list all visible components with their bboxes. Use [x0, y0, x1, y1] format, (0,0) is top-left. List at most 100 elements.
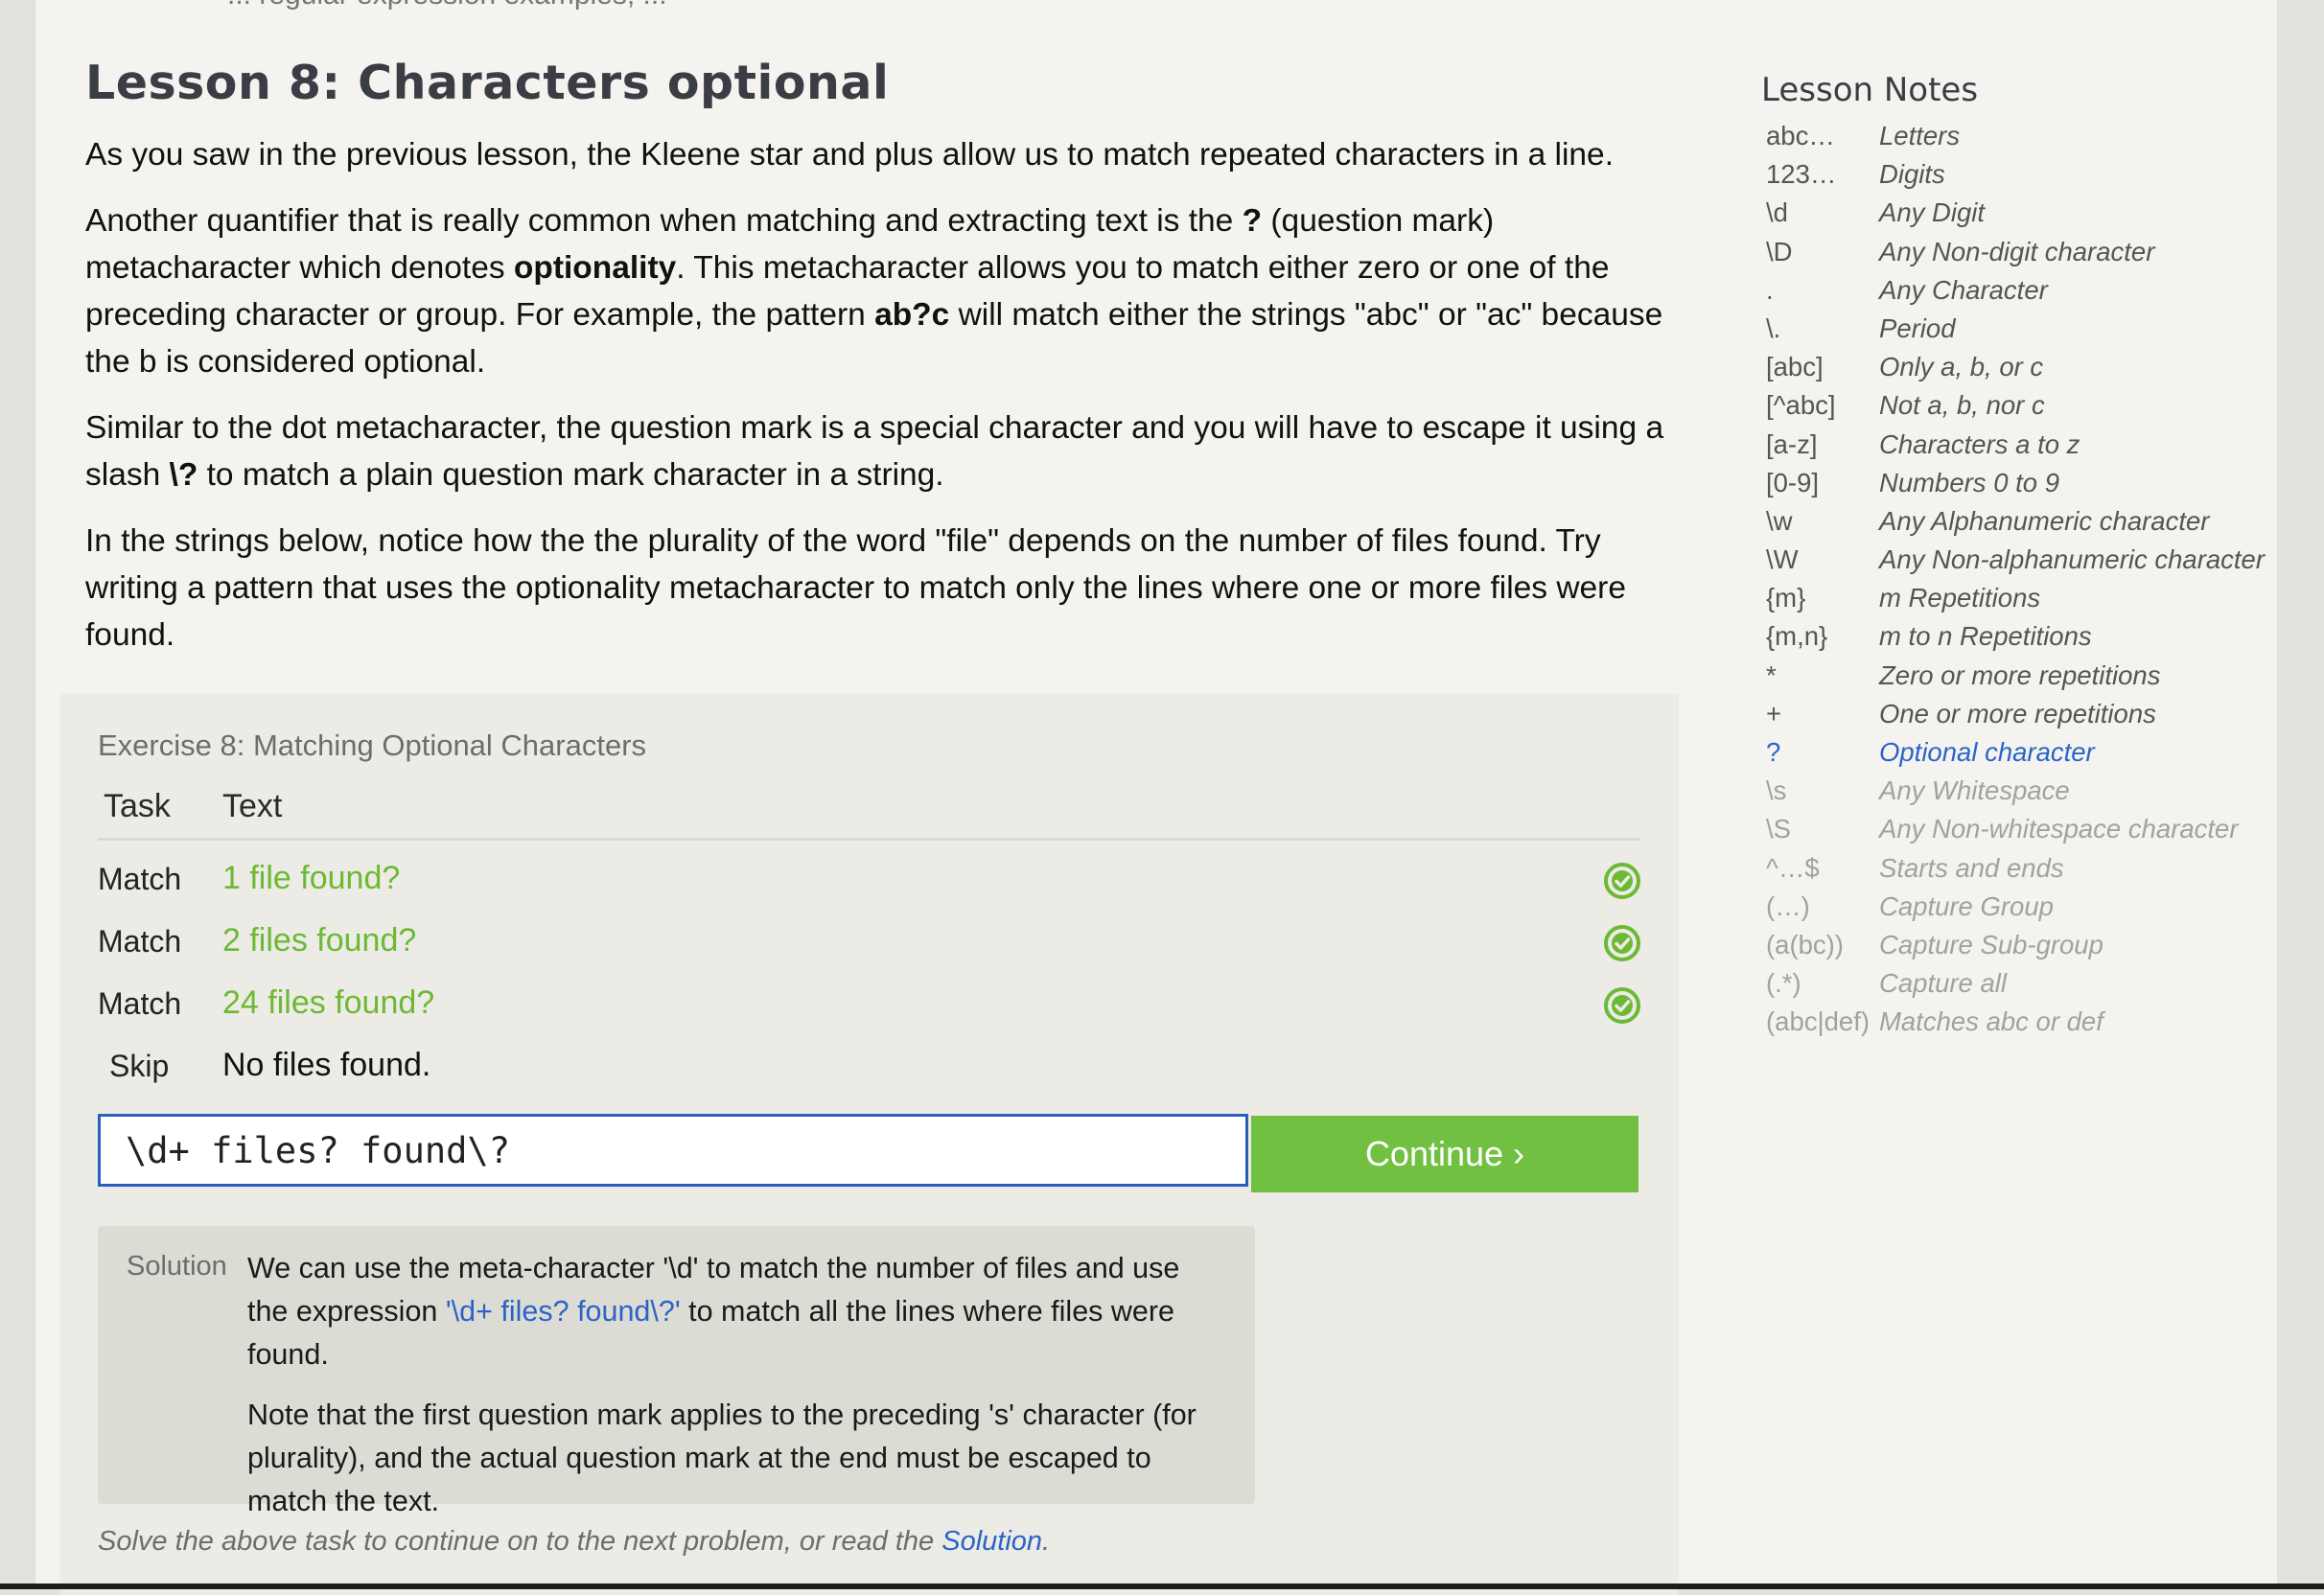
page-card: ... regular expression examples; ... Les…: [35, 0, 2279, 1595]
note-item: . Any Character: [1761, 275, 2279, 313]
note-symbol: \w: [1766, 505, 1793, 536]
note-item: {m,n} m to n Repetitions: [1761, 621, 2279, 659]
solution-body: We can use the meta-character '\d' to ma…: [247, 1247, 1225, 1540]
note-description: Optional character: [1879, 737, 2095, 767]
task-table: Task Text Match 1 file found? Match 2 files…: [98, 788, 1641, 1090]
note-symbol: (a(bc)): [1766, 929, 1844, 959]
note-item: [a-z] Characters a to z: [1761, 429, 2279, 468]
solution-paragraph-2: Note that the first question mark applie…: [247, 1399, 1197, 1517]
exercise-footer-note: Solve the above task to continue on to t…: [98, 1526, 1050, 1558]
note-description: One or more repetitions: [1879, 698, 2156, 728]
task-row: Match 1 file found?: [98, 841, 1641, 903]
regex-input-field[interactable]: [98, 1114, 1248, 1187]
note-symbol: {m,n}: [1766, 621, 1828, 652]
task-type: Match: [98, 924, 182, 959]
solution-link[interactable]: Solution: [941, 1526, 1042, 1557]
check-circle-icon: [1603, 862, 1641, 900]
note-item: {m} m Repetitions: [1761, 583, 2279, 621]
note-item: ? Optional character: [1761, 737, 2279, 775]
task-text: 24 files found?: [222, 984, 435, 1021]
note-symbol: (.*): [1766, 968, 1801, 999]
note-symbol: (abc|def): [1766, 1006, 1871, 1037]
chevron-right-icon: ›: [1513, 1134, 1525, 1173]
note-symbol: .: [1766, 274, 1774, 305]
note-symbol: [^abc]: [1766, 390, 1836, 421]
bottom-divider: [0, 1583, 2324, 1589]
note-symbol: +: [1766, 698, 1782, 728]
note-item: \W Any Non-alphanumeric character: [1761, 544, 2279, 583]
note-item: 123… Digits: [1761, 159, 2279, 197]
check-circle-icon: [1603, 924, 1641, 962]
solution-label: Solution: [127, 1251, 227, 1282]
bold-term: optionality: [513, 250, 677, 286]
note-description: Any Character: [1879, 274, 2048, 305]
lesson-notes-title: Lesson Notes: [1761, 71, 1979, 109]
note-item: \d Any Digit: [1761, 197, 2279, 236]
note-item: (a(bc)) Capture Sub-group: [1761, 930, 2279, 968]
table-header: Task Text: [98, 788, 1639, 841]
lesson-paragraph-4: In the strings below, notice how the the…: [85, 523, 1626, 653]
regex-input[interactable]: [101, 1117, 1245, 1184]
note-item: (.*) Capture all: [1761, 968, 2279, 1006]
solution-box: Solution We can use the meta-character '…: [98, 1226, 1255, 1517]
note-description: Numbers 0 to 9: [1879, 467, 2060, 497]
note-item: \D Any Non-digit character: [1761, 237, 2279, 275]
note-symbol: {m}: [1766, 583, 1806, 613]
note-description: Any Non-whitespace character: [1879, 814, 2239, 844]
note-description: Any Whitespace: [1879, 775, 2070, 806]
note-symbol: (…): [1766, 890, 1810, 921]
note-symbol: [abc]: [1766, 352, 1824, 382]
note-item: ^…$ Starts and ends: [1761, 853, 2279, 891]
task-text: 2 files found?: [222, 922, 417, 959]
task-text: No files found.: [222, 1047, 431, 1083]
continue-button[interactable]: Continue ›: [1251, 1116, 1638, 1192]
note-description: Matches abc or def: [1879, 1006, 2103, 1037]
note-item: [abc] Only a, b, or c: [1761, 352, 2279, 390]
task-type: Skip: [109, 1049, 170, 1083]
lesson-paragraph-3: Similar to the dot metacharacter, the qu…: [85, 405, 1696, 498]
note-description: Characters a to z: [1879, 428, 2080, 459]
lesson-content: Lesson 8: Characters optional As you saw…: [85, 56, 1696, 678]
note-symbol: abc…: [1766, 121, 1835, 150]
check-circle-icon: [1603, 986, 1641, 1025]
note-symbol: \.: [1766, 312, 1781, 343]
note-symbol: 123…: [1766, 159, 1837, 190]
lesson-notes-sidebar: Lesson Notes abc… Letters 123… Digits \d Any …: [1761, 71, 2279, 1046]
note-symbol: [0-9]: [1766, 467, 1820, 497]
note-symbol: \d: [1766, 197, 1788, 228]
note-symbol: \W: [1766, 544, 1799, 575]
note-symbol: ?: [1766, 737, 1781, 767]
text-span: Solve the above task to continue on to t…: [98, 1526, 942, 1557]
note-description: m to n Repetitions: [1879, 621, 2092, 652]
exercise-panel: Exercise 8: Matching Optional Characters…: [60, 694, 1679, 1595]
note-item: \S Any Non-whitespace character: [1761, 814, 2279, 852]
note-item: (abc|def) Matches abc or def: [1761, 1006, 2279, 1045]
note-description: Digits: [1879, 159, 1945, 190]
lesson-title: Lesson 8: Characters optional: [85, 56, 890, 110]
solution-expression: '\d+ files? found\?': [445, 1295, 681, 1328]
note-description: Not a, b, nor c: [1879, 390, 2045, 421]
note-description: Zero or more repetitions: [1879, 659, 2161, 690]
solution-paragraph-1: We can use the meta-character '\d' to ma…: [247, 1247, 1225, 1376]
task-row: Skip No files found.: [98, 1028, 1639, 1090]
note-item: \s Any Whitespace: [1761, 775, 2279, 814]
lesson-paragraph-2: Another quantifier that is really common…: [85, 197, 1696, 385]
note-symbol: [a-z]: [1766, 428, 1818, 459]
note-description: Any Non-alphanumeric character: [1879, 544, 2265, 575]
bold-term: ab?c: [874, 297, 950, 333]
header-text: Text: [222, 788, 283, 824]
lesson-paragraph-1: As you saw in the previous lesson, the K…: [85, 137, 1614, 173]
note-description: Capture Group: [1879, 890, 2054, 921]
note-item: [0-9] Numbers 0 to 9: [1761, 468, 2279, 506]
note-description: Letters: [1879, 121, 1961, 150]
note-item: \w Any Alphanumeric character: [1761, 506, 2279, 544]
note-item: (…) Capture Group: [1761, 891, 2279, 930]
text-span: Another quantifier that is really common…: [85, 203, 1243, 239]
exercise-title: Exercise 8: Matching Optional Characters: [98, 728, 647, 762]
note-symbol: \D: [1766, 236, 1793, 266]
note-description: Only a, b, or c: [1879, 352, 2044, 382]
note-description: Period: [1879, 312, 1956, 343]
task-type: Match: [98, 862, 182, 896]
note-description: Any Non-digit character: [1879, 236, 2155, 266]
note-item: * Zero or more repetitions: [1761, 660, 2279, 699]
